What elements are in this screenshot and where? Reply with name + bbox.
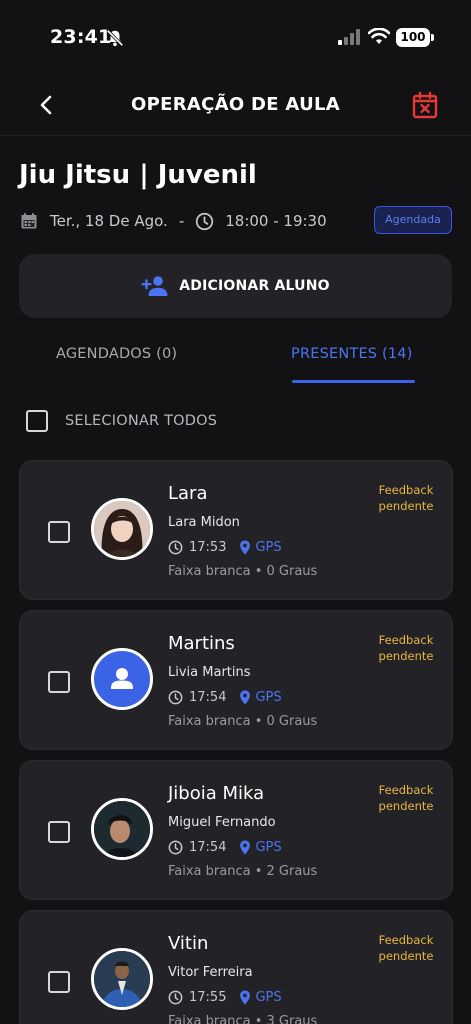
check-in-method: GPS	[255, 839, 282, 855]
tab-present[interactable]: PRESENTES (14)	[291, 346, 413, 362]
class-title: Jiu Jitsu | Juvenil	[19, 160, 257, 190]
student-avatar-photo	[91, 798, 153, 860]
check-in-time: 17:54	[189, 839, 227, 855]
select-all-label: SELECIONAR TODOS	[65, 413, 218, 429]
select-all-row[interactable]: SELECIONAR TODOS	[26, 410, 217, 432]
check-in-method: GPS	[255, 989, 282, 1005]
location-pin-icon	[240, 689, 251, 705]
belt-rank: Faixa branca • 2 Graus	[168, 864, 318, 879]
student-card[interactable]: Lara Lara Midon 17:53 GPS Faixa branca •…	[19, 460, 453, 600]
person-icon	[111, 668, 133, 689]
student-checkbox[interactable]	[48, 971, 70, 993]
student-full-name: Vitor Ferreira	[168, 965, 253, 980]
active-tab-indicator	[292, 380, 415, 383]
location-pin-icon	[240, 989, 251, 1005]
student-full-name: Miguel Fernando	[168, 815, 276, 830]
student-card[interactable]: Vitin Vitor Ferreira 17:55 GPS Faixa bra…	[19, 910, 453, 1024]
feedback-pending-tag[interactable]: Feedback pendente	[371, 932, 441, 964]
feedback-pending-tag[interactable]: Feedback pendente	[371, 782, 441, 814]
avatar-photo-image	[94, 801, 150, 857]
clock-icon	[168, 540, 183, 554]
belt-rank: Faixa branca • 0 Graus	[168, 714, 318, 729]
check-in-time: 17:55	[189, 989, 227, 1005]
student-checkbox[interactable]	[48, 821, 70, 843]
calendar-icon	[21, 213, 37, 229]
student-nickname: Lara	[168, 483, 208, 504]
page-title: OPERAÇÃO DE AULA	[131, 94, 340, 115]
clock-icon	[196, 212, 214, 230]
student-checkbox[interactable]	[48, 521, 70, 543]
check-in-row: 17:53 GPS	[168, 538, 282, 556]
add-student-label: ADICIONAR ALUNO	[179, 278, 330, 294]
feedback-pending-tag[interactable]: Feedback pendente	[371, 632, 441, 664]
add-person-icon	[141, 276, 168, 296]
tab-scheduled[interactable]: AGENDADOS (0)	[56, 346, 177, 362]
check-in-method: GPS	[255, 539, 282, 555]
student-avatar-photo	[91, 498, 153, 560]
class-date: Ter., 18 De Ago.	[50, 212, 168, 230]
student-checkbox[interactable]	[48, 671, 70, 693]
feedback-pending-tag[interactable]: Feedback pendente	[371, 482, 441, 514]
battery-level: 100	[400, 30, 426, 44]
belt-rank: Faixa branca • 0 Graus	[168, 564, 318, 579]
class-time-range: 18:00 - 19:30	[225, 212, 327, 230]
app-header: OPERAÇÃO DE AULA	[0, 76, 471, 136]
status-time: 23:41	[50, 26, 112, 48]
student-avatar-photo	[91, 948, 153, 1010]
avatar-photo-image	[94, 501, 150, 557]
add-student-button[interactable]: ADICIONAR ALUNO	[19, 254, 452, 318]
info-separator: -	[178, 212, 185, 230]
location-pin-icon	[240, 839, 251, 855]
clock-icon	[168, 690, 183, 704]
status-bar: 23:41 100	[0, 0, 471, 76]
check-in-time: 17:53	[189, 539, 227, 555]
check-in-row: 17:54 GPS	[168, 688, 282, 706]
student-full-name: Lara Midon	[168, 515, 240, 530]
wifi-icon	[368, 28, 390, 44]
belt-rank: Faixa branca • 3 Graus	[168, 1014, 318, 1024]
student-nickname: Jiboia Mika	[168, 783, 265, 804]
check-in-method: GPS	[255, 689, 282, 705]
check-in-row: 17:55 GPS	[168, 988, 282, 1006]
status-badge: Agendada	[374, 206, 452, 234]
student-card[interactable]: Martins Livia Martins 17:54 GPS Faixa br…	[19, 610, 453, 750]
select-all-checkbox[interactable]	[26, 410, 48, 432]
location-pin-icon	[240, 539, 251, 555]
battery-indicator: 100	[396, 28, 434, 47]
calendar-cancel-icon[interactable]	[412, 91, 438, 119]
student-avatar-placeholder	[91, 648, 153, 710]
student-full-name: Livia Martins	[168, 665, 251, 680]
student-card[interactable]: Jiboia Mika Miguel Fernando 17:54 GPS Fa…	[19, 760, 453, 900]
clock-icon	[168, 840, 183, 854]
student-nickname: Martins	[168, 633, 235, 654]
clock-icon	[168, 990, 183, 1004]
bell-muted-icon	[106, 29, 124, 47]
student-nickname: Vitin	[168, 933, 209, 954]
check-in-time: 17:54	[189, 689, 227, 705]
check-in-row: 17:54 GPS	[168, 838, 282, 856]
avatar-photo-image	[94, 951, 150, 1007]
cellular-signal-icon	[338, 29, 360, 45]
